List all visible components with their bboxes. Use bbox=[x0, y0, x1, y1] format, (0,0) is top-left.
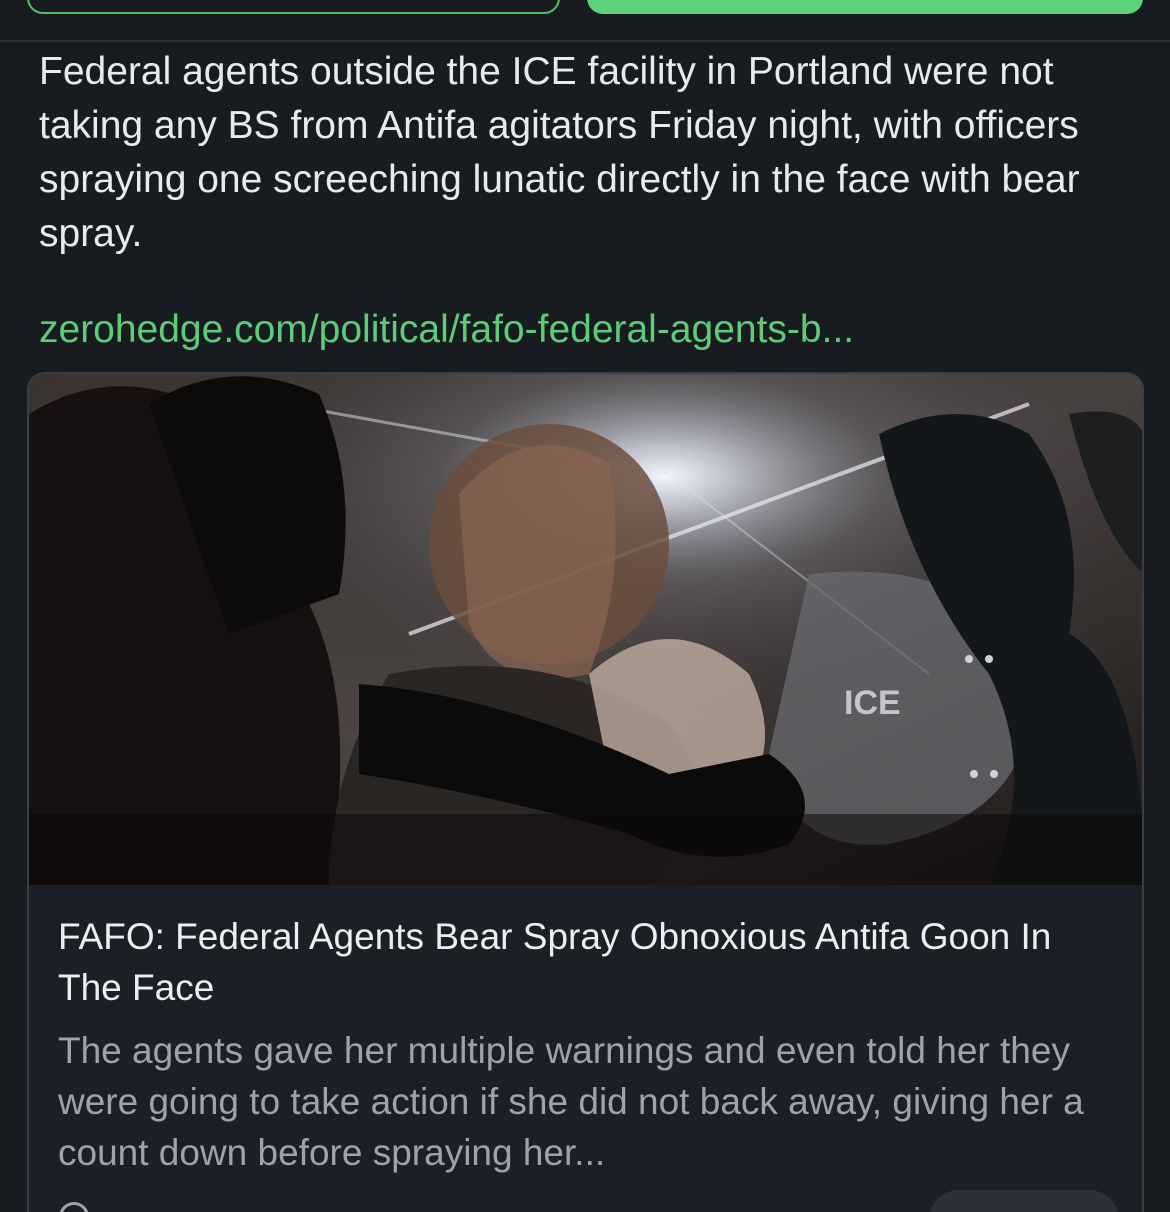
link-icon bbox=[59, 1202, 89, 1212]
link-preview-card[interactable]: ICE FAFO: Federal Agents Bear Spray Obno… bbox=[27, 372, 1144, 1212]
secondary-action-button[interactable] bbox=[27, 0, 560, 14]
read-button[interactable] bbox=[929, 1190, 1119, 1212]
post-body-text: Federal agents outside the ICE facility … bbox=[39, 50, 1080, 255]
link-preview-description: The agents gave her multiple warnings an… bbox=[58, 1030, 1084, 1173]
action-bar bbox=[0, 0, 1170, 42]
link-preview-image[interactable]: ICE bbox=[29, 374, 1142, 885]
protest-photo: ICE bbox=[29, 374, 1142, 885]
primary-action-button[interactable] bbox=[587, 0, 1143, 14]
post-link[interactable]: zerohedge.com/political/fafo-federal-age… bbox=[39, 303, 854, 357]
link-preview-title: FAFO: Federal Agents Bear Spray Obnoxiou… bbox=[58, 916, 1052, 1008]
shield-label: ICE bbox=[844, 684, 901, 722]
post-view: Federal agents outside the ICE facility … bbox=[0, 0, 1170, 1212]
